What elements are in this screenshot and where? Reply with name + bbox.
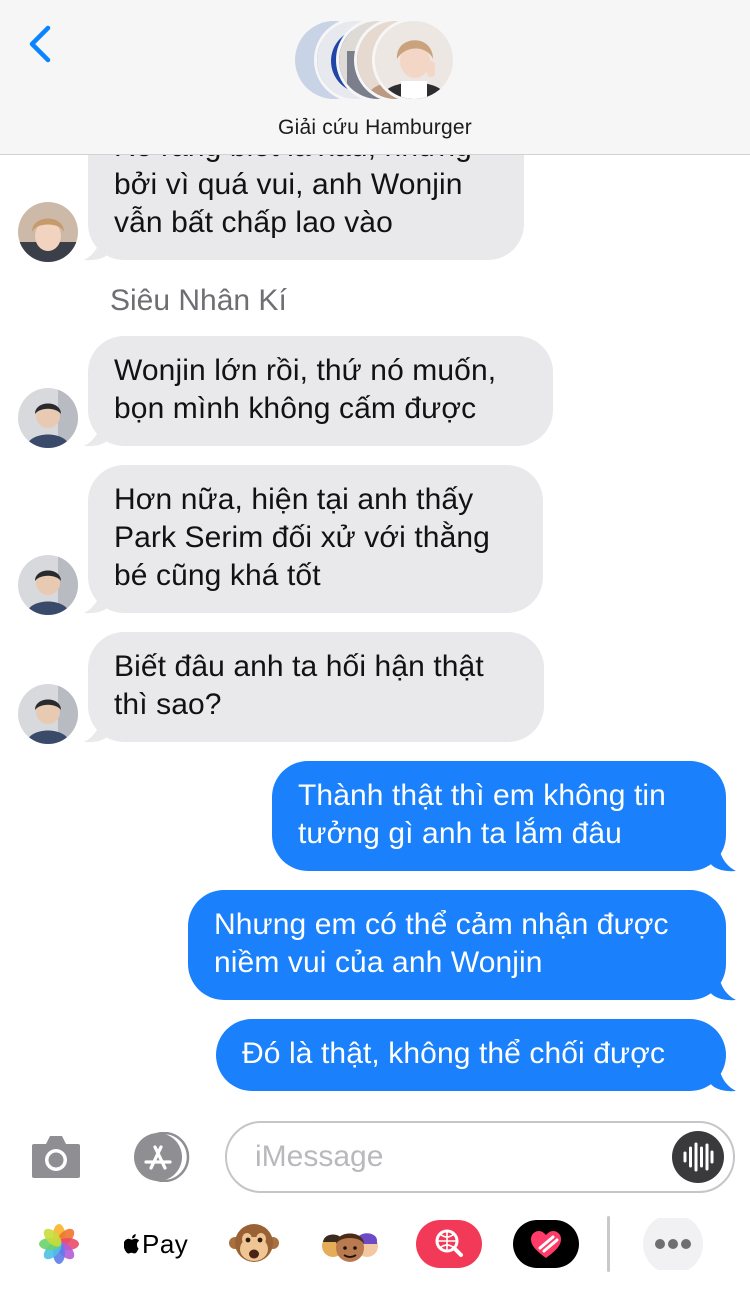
apple-pay-icon: Pay <box>123 1229 189 1259</box>
incoming-message-bubble[interactable]: Biết đâu anh ta hối hận thật thì sao? <box>88 632 544 742</box>
incoming-bubble-tail <box>84 708 110 743</box>
message-text-line: bé cũng khá tốt <box>114 559 321 592</box>
sender-name: Siêu Nhân Kí <box>110 284 287 317</box>
outgoing-message-bubble[interactable]: Nhưng em có thể cảm nhận được niềm vui c… <box>188 890 726 1000</box>
group-avatar-stack[interactable] <box>292 18 462 104</box>
message-text-line: Park Serim đối xử với thằng <box>114 521 490 554</box>
photos-icon <box>39 1224 79 1264</box>
more-icon <box>643 1214 703 1274</box>
message-text-line: Biết đâu anh ta hối hận thật <box>114 650 484 683</box>
digital-touch-heart-icon <box>513 1220 579 1268</box>
animoji-button[interactable] <box>228 1218 280 1270</box>
message-text-line: Đó là thật, không thể chối được <box>242 1037 666 1070</box>
conversation-thread[interactable]: Rõ ràng biết là xấu, nhưng bởi vì quá vu… <box>0 0 750 1105</box>
drawer-divider <box>607 1216 610 1272</box>
incoming-bubble-tail <box>84 412 110 447</box>
message-text-line: vẫn bất chấp lao vào <box>114 206 393 239</box>
camera-icon <box>32 1136 80 1178</box>
message-text-line: niềm vui của anh Wonjin <box>214 946 543 979</box>
animoji-monkey-icon <box>229 1224 279 1262</box>
app-store-button[interactable] <box>126 1131 192 1183</box>
message-text-line: Thành thật thì em không tin <box>298 779 666 812</box>
message-text-line: Wonjin lớn rồi, thứ nó muốn, <box>114 354 497 387</box>
web-search-icon <box>416 1220 482 1268</box>
outgoing-message-bubble[interactable]: Đó là thật, không thể chối được <box>216 1019 726 1091</box>
conversation-header: Giải cứu Hamburger <box>0 0 750 155</box>
group-title[interactable]: Giải cứu Hamburger <box>0 116 750 140</box>
incoming-message-bubble[interactable]: Wonjin lớn rồi, thứ nó muốn, bọn mình kh… <box>88 336 553 446</box>
memoji-button[interactable] <box>320 1218 380 1270</box>
audio-waveform-icon <box>683 1142 714 1172</box>
web-search-button[interactable] <box>416 1218 482 1270</box>
photos-app-button[interactable] <box>37 1218 81 1270</box>
back-button[interactable] <box>22 22 62 66</box>
sender-avatar[interactable] <box>18 202 78 262</box>
imessage-input[interactable] <box>255 1135 655 1179</box>
more-apps-button[interactable] <box>642 1214 704 1274</box>
sender-avatar[interactable] <box>18 684 78 744</box>
incoming-bubble-tail <box>84 579 110 614</box>
incoming-message-bubble[interactable]: Hơn nữa, hiện tại anh thấy Park Serim đố… <box>88 465 543 613</box>
chevron-left-icon <box>29 25 51 63</box>
message-text-line: Hơn nữa, hiện tại anh thấy <box>114 483 474 516</box>
member-avatar <box>372 18 456 102</box>
sender-avatar[interactable] <box>18 388 78 448</box>
sender-avatar[interactable] <box>18 555 78 615</box>
apple-pay-button[interactable]: Pay <box>123 1218 190 1270</box>
apple-pay-label: Pay <box>142 1229 189 1259</box>
message-text-line: bởi vì quá vui, anh Wonjin <box>114 168 463 201</box>
memoji-icon <box>322 1233 378 1262</box>
camera-button[interactable] <box>30 1132 82 1180</box>
message-text-line: bọn mình không cấm được <box>114 392 477 425</box>
outgoing-bubble-tail <box>710 966 736 1001</box>
message-text-line: tưởng gì anh ta lắm đâu <box>298 817 622 850</box>
outgoing-bubble-tail <box>710 1057 736 1092</box>
outgoing-bubble-tail <box>710 837 736 872</box>
outgoing-message-bubble[interactable]: Thành thật thì em không tin tưởng gì anh… <box>272 761 726 871</box>
message-text-line: Nhưng em có thể cảm nhận được <box>214 908 669 941</box>
message-input-field[interactable] <box>225 1121 735 1193</box>
app-store-icon <box>134 1131 190 1183</box>
digital-touch-button[interactable] <box>513 1218 579 1270</box>
message-text-line: thì sao? <box>114 688 222 721</box>
incoming-bubble-tail <box>84 226 110 261</box>
audio-message-button[interactable] <box>672 1131 724 1183</box>
